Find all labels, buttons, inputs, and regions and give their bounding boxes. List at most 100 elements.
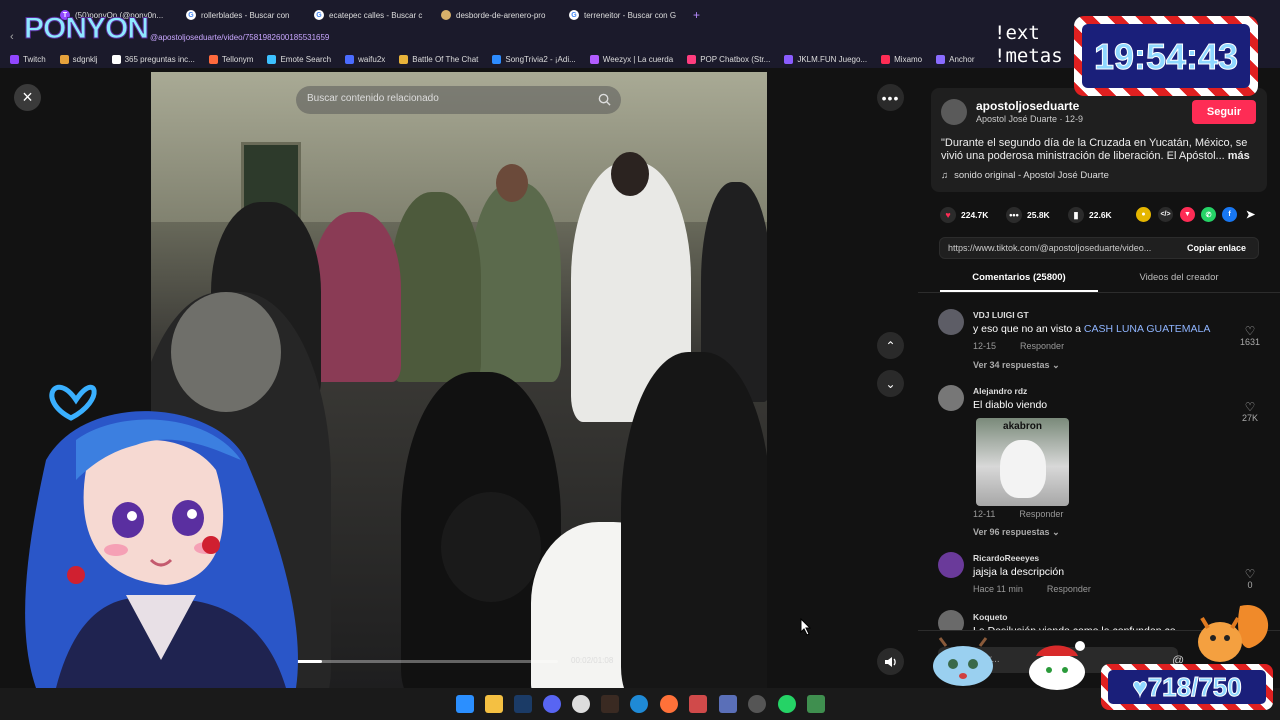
comment-avatar[interactable] (938, 552, 964, 578)
file-explorer-icon[interactable] (485, 695, 503, 713)
windows-start-icon[interactable] (456, 695, 474, 713)
bookmark-icon (208, 54, 218, 64)
comment-like[interactable]: ♡ 27K (1236, 401, 1264, 423)
comment-date: Hace 11 min (973, 584, 1023, 594)
bookmark-icon (10, 54, 19, 64)
discord-icon[interactable] (543, 695, 561, 713)
bookmark-item[interactable]: sdgnklj (59, 54, 98, 64)
bookmark-item[interactable]: Twitch (10, 54, 46, 64)
view-replies[interactable]: Ver 34 respuestas ⌄ (973, 360, 1060, 371)
description-text: "Durante el segundo día de la Cruzada en… (941, 137, 1248, 162)
bookmark-item[interactable]: Mixamo (881, 54, 923, 64)
app-icon[interactable] (748, 695, 766, 713)
browser-tab[interactable]: Gterreneitor - Buscar con G (569, 5, 681, 25)
chatgpt-icon[interactable] (572, 695, 590, 713)
sound-row[interactable]: ♫ sonido original - Apostol José Duarte (941, 170, 1109, 181)
comment-username[interactable]: VDJ LUIGI GT (973, 310, 1029, 320)
reply-button[interactable]: Responder (1020, 341, 1064, 351)
bookmark-item[interactable]: Emote Search (267, 54, 331, 64)
tab-creator-videos[interactable]: Videos del creador (1100, 272, 1258, 283)
view-replies-label: Ver 96 respuestas (973, 527, 1050, 537)
back-icon[interactable]: ‹ (10, 31, 14, 43)
music-note-icon: ♫ (941, 170, 949, 181)
comment-avatar[interactable] (938, 385, 964, 411)
comment-avatar[interactable] (938, 309, 964, 335)
bookmark-item[interactable]: SongTrivia2 - ¡Adi... (492, 54, 576, 64)
comment-username[interactable]: RicardoReeeyes (973, 553, 1039, 563)
bookmark-item[interactable]: Anchor (936, 54, 975, 64)
bookmark-item[interactable]: Weezyx | La cuerda (589, 54, 673, 64)
bookmark-item[interactable]: JKLM.FUN Juego... (784, 54, 867, 64)
app-icon[interactable] (689, 695, 707, 713)
browser-tab[interactable]: Gecatepec calles - Buscar c (314, 5, 426, 25)
like-stat[interactable]: ♥ 224.7K (940, 207, 988, 223)
bookmark-label: Mixamo (894, 54, 923, 64)
send-icon[interactable]: ▼ (1180, 207, 1195, 222)
bookmark-item[interactable]: 365 preguntas inc... (111, 54, 195, 64)
comment-username[interactable]: Koqueto (973, 612, 1007, 622)
obs-icon[interactable] (601, 695, 619, 713)
tab-label: rollerblades - Buscar con (201, 10, 290, 20)
author-avatar[interactable] (941, 99, 967, 125)
search-bar[interactable]: Buscar contenido relacionado (296, 86, 621, 114)
address-url[interactable]: @apostoljoseduarte/video/758198260018553… (150, 33, 329, 42)
comment-meme-image[interactable]: akabron (976, 418, 1069, 506)
video-person (311, 212, 401, 382)
view-replies[interactable]: Ver 96 respuestas ⌄ (973, 527, 1060, 538)
comment-like[interactable]: ♡ 0 (1236, 568, 1264, 590)
bookmark-item[interactable]: waifu2x (345, 54, 386, 64)
bookmark-item[interactable]: POP Chatbox (Str... (687, 54, 770, 64)
copy-link-button[interactable]: Copiar enlace (1187, 243, 1246, 253)
bookmark-icon (687, 54, 697, 64)
firefox-icon[interactable] (660, 695, 678, 713)
embed-icon[interactable]: </> (1158, 207, 1173, 222)
video-person-head (611, 152, 649, 196)
tab-comments[interactable]: Comentarios (25800) (940, 272, 1098, 283)
bookmark-item[interactable]: Battle Of The Chat (399, 54, 478, 64)
bookmark-label: Anchor (949, 54, 975, 64)
progress-bar[interactable] (296, 660, 558, 663)
mouse-cursor-icon (800, 618, 812, 636)
more-options-icon[interactable]: ••• (877, 84, 904, 111)
more-link[interactable]: más (1228, 150, 1250, 162)
volume-icon[interactable] (877, 648, 904, 675)
tab-label: desborde-de-arenero-pro (456, 10, 546, 20)
comment-stat[interactable]: ••• 25.8K (1006, 207, 1050, 223)
close-icon[interactable]: × (14, 84, 41, 111)
bookmark-item[interactable]: Tellonym (208, 54, 253, 64)
whatsapp-icon[interactable] (778, 695, 796, 713)
browser-tab[interactable]: desborde-de-arenero-pro (441, 5, 553, 25)
share-arrow-icon[interactable]: ➤ (1243, 207, 1258, 222)
comment-body: y eso que no an visto a (973, 323, 1084, 335)
chevron-up-icon[interactable]: ⌃ (877, 332, 904, 359)
facebook-icon[interactable]: f (1222, 207, 1237, 222)
follow-button[interactable]: Seguir (1192, 100, 1256, 124)
comment-count: 25.8K (1027, 210, 1050, 220)
clock-display: 19:54:43 (1093, 36, 1239, 78)
search-icon[interactable] (598, 93, 611, 106)
app-icon[interactable] (719, 695, 737, 713)
comment-search-link[interactable]: CASH LUNA GUATEMALA (1084, 323, 1210, 335)
steam-icon[interactable] (514, 695, 532, 713)
save-stat[interactable]: ▮ 22.6K (1068, 207, 1112, 223)
vtuber-avatar (25, 384, 298, 688)
chevron-down-icon[interactable]: ⌄ (877, 370, 904, 397)
whatsapp-icon[interactable]: ✆ (1201, 207, 1216, 222)
browser-tab[interactable]: Grollerblades - Buscar con (186, 5, 298, 25)
reply-button[interactable]: Responder (1047, 584, 1091, 594)
author-handle[interactable]: apostoljoseduarte (976, 99, 1079, 113)
search-input[interactable]: Buscar contenido relacionado (307, 93, 439, 104)
edge-icon[interactable] (630, 695, 648, 713)
bookmark-label: waifu2x (358, 54, 386, 64)
comment-like[interactable]: ♡ 1631 (1236, 325, 1264, 347)
comment-username[interactable]: Alejandro rdz (973, 386, 1027, 396)
sheep-sticker (1029, 641, 1085, 690)
reply-button[interactable]: Responder (1019, 509, 1063, 519)
speaker-icon (884, 656, 896, 667)
video-link[interactable]: https://www.tiktok.com/@apostoljoseduart… (948, 243, 1178, 253)
app-icon[interactable] (807, 695, 825, 713)
comment-text: y eso que no an visto a CASH LUNA GUATEM… (973, 323, 1210, 335)
heart-icon: ♥ (940, 207, 956, 223)
new-tab-icon[interactable]: + (693, 5, 707, 25)
coin-icon[interactable]: ● (1136, 207, 1151, 222)
